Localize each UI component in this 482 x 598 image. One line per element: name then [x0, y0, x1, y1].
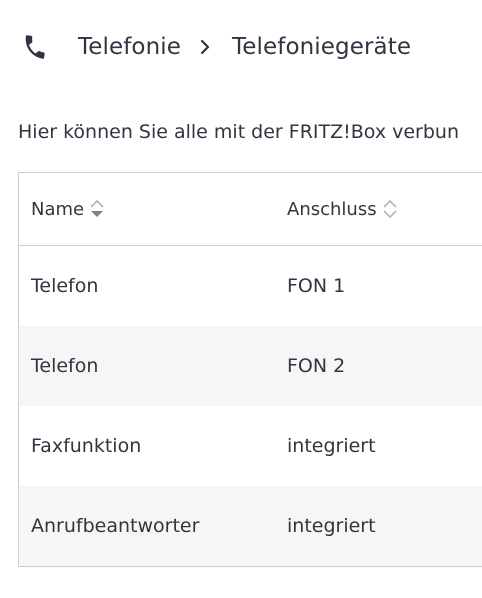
- device-port: FON 2: [287, 355, 346, 377]
- table-row[interactable]: Telefon FON 1: [19, 246, 482, 326]
- column-header-port-label: Anschluss: [287, 198, 377, 220]
- table-header-row: Name Anschluss: [19, 173, 482, 246]
- device-name: Anrufbeantworter: [31, 515, 200, 537]
- phone-icon: [20, 32, 50, 62]
- table-row[interactable]: Telefon FON 2: [19, 326, 482, 406]
- device-port: FON 1: [287, 275, 346, 297]
- devices-table: Name Anschluss Telefon FON 1 Telefon FON…: [18, 172, 482, 567]
- device-port: integriert: [287, 435, 376, 457]
- column-header-name[interactable]: Name: [19, 196, 287, 222]
- device-name: Telefon: [31, 275, 99, 297]
- device-name: Telefon: [31, 355, 99, 377]
- breadcrumb: Telefonie Telefoniegeräte: [20, 28, 411, 66]
- column-header-name-label: Name: [31, 198, 85, 220]
- table-row[interactable]: Anrufbeantworter integriert: [19, 486, 482, 566]
- column-header-port[interactable]: Anschluss: [287, 196, 482, 222]
- intro-text: Hier können Sie alle mit der FRITZ!Box v…: [18, 121, 460, 143]
- page-title: Telefoniegeräte: [232, 34, 412, 60]
- chevron-right-icon: [198, 39, 212, 55]
- sort-icon[interactable]: [381, 196, 399, 222]
- table-row[interactable]: Faxfunktion integriert: [19, 406, 482, 486]
- sort-icon[interactable]: [88, 196, 106, 222]
- breadcrumb-telefonie-link[interactable]: Telefonie: [78, 34, 181, 60]
- device-port: integriert: [287, 515, 376, 537]
- device-name: Faxfunktion: [31, 435, 142, 457]
